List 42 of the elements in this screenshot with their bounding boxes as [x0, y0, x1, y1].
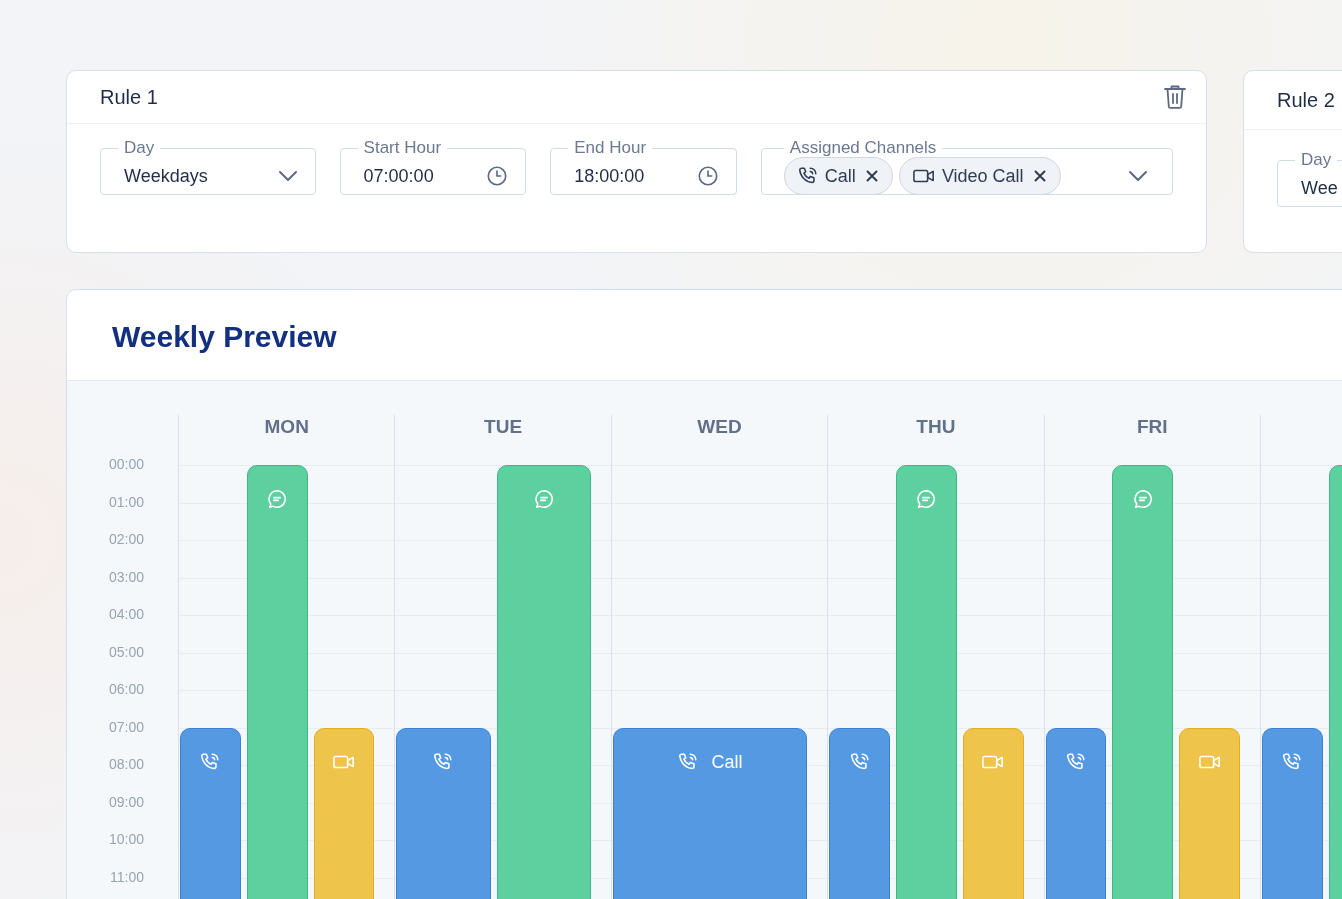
chat-icon — [532, 488, 555, 510]
clock-icon — [486, 165, 509, 187]
delete-icon[interactable] — [1163, 84, 1187, 110]
hour-label: 08:00 — [108, 756, 144, 772]
time-field[interactable]: Start Hour 07:00:00 — [339, 138, 527, 195]
time-field[interactable]: End Hour 18:00:00 — [550, 138, 737, 195]
chat-block[interactable] — [1112, 465, 1174, 899]
hour-label: 07:00 — [108, 718, 144, 735]
chevron-down-icon — [277, 170, 298, 182]
hour-label: 04:00 — [108, 606, 144, 622]
chat-icon — [266, 488, 289, 510]
block-label: Call — [711, 750, 743, 773]
day-label: TUE — [484, 416, 523, 438]
hour-label: 00:00 — [108, 456, 144, 472]
day-select[interactable]: Day Wee — [1277, 150, 1342, 207]
hour-label: 09:00 — [108, 793, 144, 810]
hour-label: 10:00 — [108, 831, 144, 847]
day-select[interactable]: Day Weekdays — [100, 138, 316, 195]
chevron-down-icon — [1128, 170, 1148, 182]
hour-label: 11:00 — [110, 868, 144, 885]
rule-title: Rule 2 — [1277, 88, 1335, 112]
clock-icon — [696, 165, 719, 187]
channels-select[interactable]: Assigned Channels Call Video Call — [760, 138, 1173, 195]
chat-block[interactable] — [496, 465, 591, 899]
remove-icon[interactable] — [865, 170, 878, 182]
remove-icon[interactable] — [1033, 170, 1046, 182]
channel-chip[interactable]: Video Call — [898, 157, 1061, 195]
rule-title: Rule 1 — [100, 85, 158, 109]
hour-label: 03:00 — [108, 568, 144, 585]
day-label: WED — [697, 416, 742, 438]
channel-chip[interactable]: Call — [783, 157, 893, 195]
day-label: THU — [916, 416, 956, 438]
hour-label: 01:00 — [108, 493, 144, 510]
hour-label: 02:00 — [108, 531, 144, 547]
chat-block[interactable] — [246, 465, 308, 899]
chat-icon — [915, 488, 938, 510]
chat-icon — [1131, 488, 1154, 510]
hour-label: 06:00 — [108, 681, 144, 697]
day-label: MON — [264, 416, 309, 438]
day-label: FRI — [1136, 416, 1168, 438]
hour-label: 05:00 — [108, 643, 144, 660]
chat-block[interactable] — [895, 465, 957, 899]
